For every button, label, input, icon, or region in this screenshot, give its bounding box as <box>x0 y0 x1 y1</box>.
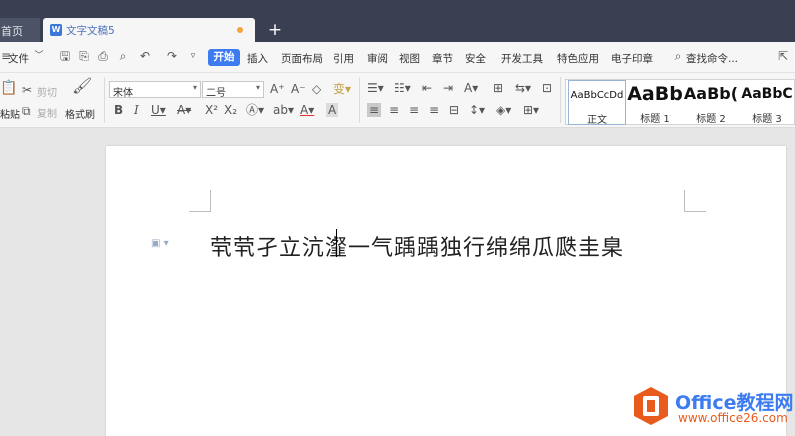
print-icon[interactable]: ⎙ <box>97 50 109 63</box>
tab-view[interactable]: 视图 <box>399 51 420 66</box>
search-icon[interactable]: ⌕ <box>672 50 684 63</box>
style-heading-2[interactable]: AaBb( 标题 2 <box>683 80 739 125</box>
style-preview: AaBb <box>627 83 683 105</box>
copy-button[interactable]: 复制 <box>37 105 57 120</box>
table-icon[interactable]: ⊡ <box>542 81 552 95</box>
site-watermark-logo: Office教程网 www.office26.com <box>628 384 795 430</box>
style-normal[interactable]: AaBbCcDd 正文 <box>568 80 626 125</box>
cut-button[interactable]: 剪切 <box>37 84 57 99</box>
decrease-indent-icon[interactable]: ⇤ <box>422 81 432 95</box>
tab-bar: 首页 W 文字文稿5 + <box>0 0 795 42</box>
tab-references[interactable]: 引用 <box>333 51 354 66</box>
increase-indent-icon[interactable]: ⇥ <box>443 81 453 95</box>
menu-bar: ≡ 文件 ﹀ 🖫 ⎘ ⎙ ⌕ ↶ ↷ ▿ 开始 插入 页面布局 引用 审阅 视图… <box>0 42 795 73</box>
menu-file[interactable]: 文件 <box>8 51 29 66</box>
style-heading-1[interactable]: AaBb 标题 1 <box>627 80 683 125</box>
tab-insert[interactable]: 插入 <box>247 51 268 66</box>
tab-review[interactable]: 审阅 <box>367 51 388 66</box>
paragraph-handle-icon[interactable]: ▣ ▾ <box>151 238 169 249</box>
tab-features[interactable]: 特色应用 <box>557 51 599 66</box>
unsaved-dot-icon <box>237 27 243 33</box>
style-heading-3[interactable]: AaBbC 标题 3 <box>739 80 795 125</box>
style-preview: AaBbC <box>741 86 793 102</box>
tab-security[interactable]: 安全 <box>465 51 486 66</box>
align-center-icon[interactable]: ≡ <box>389 103 399 117</box>
tab-page-layout[interactable]: 页面布局 <box>281 51 323 66</box>
font-size-select[interactable]: 二号 ▾ <box>202 81 264 99</box>
show-hide-marks-icon[interactable]: ⊞ <box>493 81 503 95</box>
style-name: 标题 3 <box>752 114 782 125</box>
tab-developer[interactable]: 开发工具 <box>501 51 543 66</box>
style-gallery: AaBbCcDd 正文 AaBb 标题 1 AaBb( 标题 2 AaBbC 标… <box>565 79 795 125</box>
sort-icon[interactable]: ⇆▾ <box>515 81 531 95</box>
chevron-down-icon[interactable]: ﹀ <box>33 50 45 63</box>
tab-document[interactable]: W 文字文稿5 <box>43 18 255 42</box>
copy-icon: ⧉ <box>22 104 31 118</box>
chinese-layout-icon[interactable]: A▾ <box>464 81 478 95</box>
char-shading-icon[interactable]: A <box>326 103 339 117</box>
redo-icon[interactable]: ↷ <box>166 50 178 63</box>
style-name: 标题 2 <box>696 114 726 125</box>
chevron-down-icon: ▾ <box>255 83 260 92</box>
clear-format-icon[interactable]: ◇ <box>312 82 321 96</box>
font-name-select[interactable]: 宋体 ▾ <box>109 81 201 99</box>
new-tab-button[interactable]: + <box>266 18 284 42</box>
margin-corner-top-left <box>189 190 211 212</box>
document-body-text[interactable]: 茕茕孑立沆瀣一气踽踽独行绵绵瓜瓞圭臬 <box>210 230 624 262</box>
bold-icon[interactable]: B <box>114 103 123 117</box>
export-pdf-icon[interactable]: ⎘ <box>78 50 90 63</box>
subscript-icon[interactable]: X₂ <box>224 103 237 117</box>
grow-font-icon[interactable]: A⁺ <box>270 82 285 96</box>
shading-icon[interactable]: ◈▾ <box>496 103 511 117</box>
tab-chapter[interactable]: 章节 <box>432 51 453 66</box>
font-name-value: 宋体 <box>113 88 133 99</box>
quick-access-more-icon[interactable]: ▿ <box>187 50 199 63</box>
share-icon[interactable]: ⇱ <box>777 50 789 63</box>
text-cursor <box>336 229 337 257</box>
text-effect-icon[interactable]: Ⓐ▾ <box>246 103 264 117</box>
style-preview: AaBb( <box>683 84 739 103</box>
highlight-icon[interactable]: ab▾ <box>273 103 294 117</box>
strikethrough-icon[interactable]: A▾ <box>177 103 191 117</box>
format-painter-icon[interactable]: 🖌 <box>72 78 92 94</box>
writer-doc-icon: W <box>50 24 62 36</box>
style-name: 正文 <box>587 115 607 125</box>
print-preview-icon[interactable]: ⌕ <box>117 50 129 63</box>
italic-icon[interactable]: I <box>134 103 139 117</box>
save-icon[interactable]: 🖫 <box>59 50 71 63</box>
undo-icon[interactable]: ↶ <box>139 50 151 63</box>
shrink-font-icon[interactable]: A⁻ <box>291 82 306 96</box>
format-painter-button[interactable]: 格式刷 <box>65 106 95 121</box>
numbered-list-icon[interactable]: ☷▾ <box>394 81 411 95</box>
style-name: 标题 1 <box>640 114 670 125</box>
font-color-icon[interactable]: A▾ <box>300 103 314 117</box>
paste-button[interactable]: 粘贴 <box>0 106 20 121</box>
border-icon[interactable]: ⊞▾ <box>523 103 539 117</box>
tab-home[interactable]: 首页 <box>0 18 40 42</box>
align-left-icon[interactable]: ≡ <box>367 103 382 117</box>
margin-corner-top-right <box>684 190 706 212</box>
superscript-icon[interactable]: X² <box>205 103 218 117</box>
line-spacing-icon[interactable]: ↕▾ <box>469 103 485 117</box>
tab-e-seal[interactable]: 电子印章 <box>611 51 653 66</box>
font-size-value: 二号 <box>206 88 226 99</box>
phonetic-icon[interactable]: 变▾ <box>333 82 351 96</box>
watermark-url: www.office26.com <box>678 411 788 425</box>
office-logo-icon <box>634 387 668 425</box>
tab-document-title: 文字文稿5 <box>66 25 115 37</box>
scissors-icon: ✂ <box>22 83 33 97</box>
chevron-down-icon: ▾ <box>192 83 197 92</box>
paste-icon[interactable]: 📋 <box>0 81 17 95</box>
ribbon: 📋 粘贴 ✂ 剪切 ⧉ 复制 🖌 格式刷 宋体 ▾ 二号 ▾ A⁺ A⁻ ◇ 变… <box>0 73 795 128</box>
command-search[interactable]: 查找命令... <box>686 51 738 66</box>
underline-icon[interactable]: U▾ <box>151 103 166 117</box>
bullet-list-icon[interactable]: ☰▾ <box>367 81 384 95</box>
style-preview: AaBbCcDd <box>570 90 624 101</box>
justify-icon[interactable]: ≡ <box>429 103 439 117</box>
distribute-icon[interactable]: ⊟ <box>449 103 459 117</box>
tab-start[interactable]: 开始 <box>208 49 240 66</box>
align-right-icon[interactable]: ≡ <box>409 103 419 117</box>
